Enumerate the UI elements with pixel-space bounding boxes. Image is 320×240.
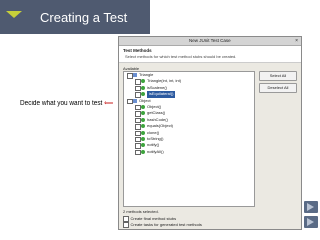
- tree-row-checkbox[interactable]: [135, 149, 141, 156]
- close-icon[interactable]: ×: [295, 38, 298, 44]
- deselect-all-button[interactable]: Deselect All: [259, 83, 297, 93]
- dialog-title-bar: New JUnit Test Case ×: [119, 37, 301, 46]
- slide-title: Creating a Test: [40, 10, 128, 25]
- method-icon: [141, 130, 145, 135]
- method-icon: [141, 111, 145, 116]
- create-tasks-label: Create tasks for generated test methods: [130, 222, 202, 227]
- slide-title-bar: Creating a Test: [0, 0, 150, 34]
- method-icon: [141, 92, 145, 97]
- side-annotation: Decide what you want to test ⟸: [20, 99, 113, 107]
- header-title: Test Methods: [123, 48, 152, 53]
- header-description: Select methods for which test method stu…: [125, 54, 237, 59]
- method-icon: [141, 136, 145, 141]
- dialog-title: New JUnit Test Case: [189, 38, 231, 43]
- method-icon: [141, 124, 145, 129]
- method-icon: [141, 104, 145, 109]
- method-icon: [141, 117, 145, 122]
- junit-dialog: New JUnit Test Case × Test Methods Selec…: [118, 36, 302, 230]
- method-icon: [141, 143, 145, 148]
- method-icon: [141, 79, 145, 84]
- method-icon: [141, 149, 145, 154]
- method-tree[interactable]: Triangle Triangle(int, int, int) isScalene…: [123, 71, 255, 207]
- forward-arrow-icon: [307, 218, 314, 226]
- select-all-button[interactable]: Select All: [259, 71, 297, 81]
- next-arrow-icon: [307, 203, 314, 211]
- next-section-button[interactable]: [304, 216, 318, 228]
- bullet-triangle-icon: [6, 11, 22, 18]
- option-create-tasks[interactable]: Create tasks for generated test methods: [123, 222, 202, 228]
- dialog-header: Test Methods Select methods for which te…: [119, 46, 301, 63]
- option-final-stubs[interactable]: Create final method stubs: [123, 216, 176, 222]
- methods-selected-count: 2 methods selected.: [123, 209, 159, 214]
- tree-row[interactable]: notifyAll(): [124, 148, 254, 156]
- method-icon: [141, 85, 145, 90]
- final-stubs-label: Create final method stubs: [130, 216, 177, 221]
- class-icon: [133, 73, 137, 77]
- side-annotation-text: Decide what you want to test: [20, 100, 103, 107]
- pointer-arrow-icon: ⟸: [104, 100, 114, 107]
- final-stubs-checkbox[interactable]: [123, 216, 129, 222]
- class-icon: [133, 98, 137, 103]
- tree-row-label: notifyAll(): [147, 148, 164, 154]
- next-slide-button[interactable]: [304, 201, 318, 213]
- create-tasks-checkbox[interactable]: [123, 222, 129, 228]
